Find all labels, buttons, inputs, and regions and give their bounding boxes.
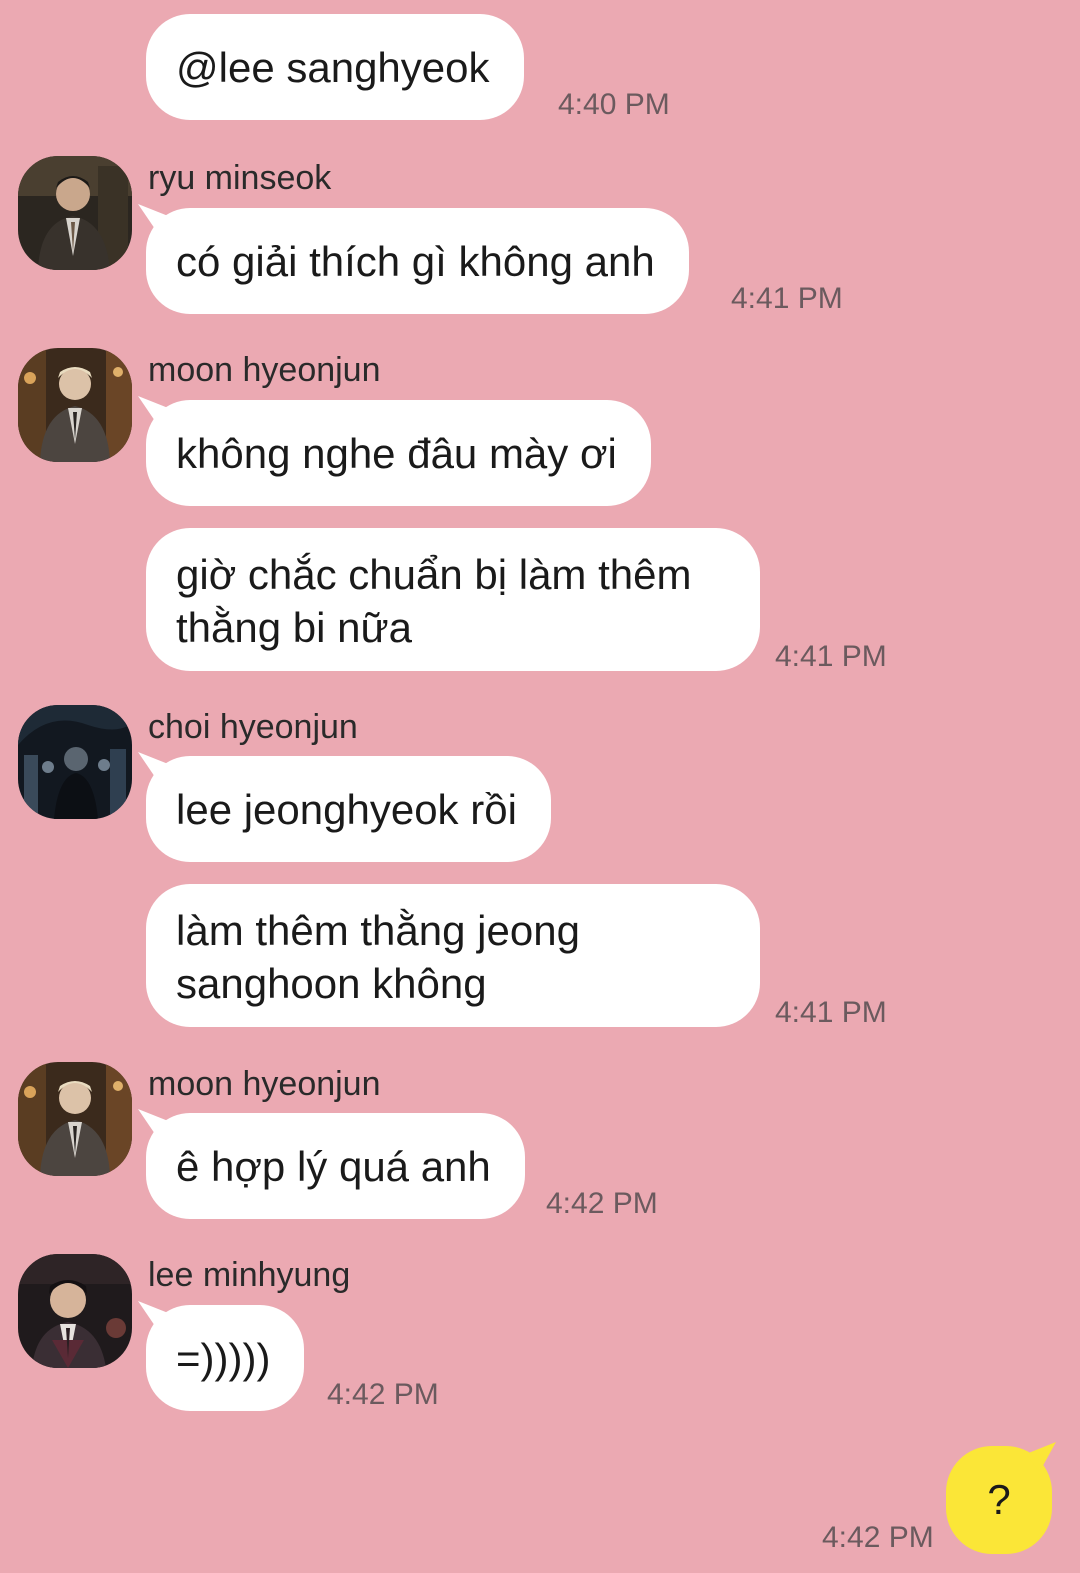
message-bubble[interactable]: làm thêm thằng jeong sanghoon không — [146, 884, 760, 1027]
sender-name: ryu minseok — [148, 159, 332, 197]
message-bubble[interactable]: không nghe đâu mày ơi — [146, 400, 651, 506]
message-text: làm thêm thằng jeong sanghoon không — [176, 907, 580, 1007]
message-bubble[interactable]: ê hợp lý quá anh — [146, 1113, 525, 1219]
message-timestamp: 4:41 PM — [775, 996, 887, 1029]
avatar-choi-hyeonjun — [18, 705, 132, 819]
message-timestamp: 4:41 PM — [775, 640, 887, 673]
message-bubble[interactable]: @lee sanghyeok — [146, 14, 524, 120]
sender-name: choi hyeonjun — [148, 708, 358, 746]
message-timestamp: 4:40 PM — [558, 88, 670, 121]
message-timestamp: 4:42 PM — [327, 1378, 439, 1411]
message-timestamp: 4:41 PM — [731, 282, 843, 315]
message-text: không nghe đâu mày ơi — [176, 429, 617, 477]
message-timestamp: 4:42 PM — [822, 1521, 934, 1554]
message-bubble[interactable]: lee jeonghyeok rồi — [146, 756, 551, 862]
sender-name: lee minhyung — [148, 1256, 351, 1294]
message-text: giờ chắc chuẩn bị làm thêm thằng bi nữa — [176, 551, 692, 651]
avatar-ryu-minseok — [18, 156, 132, 270]
avatar[interactable] — [18, 156, 132, 270]
message-text: @lee sanghyeok — [176, 43, 490, 91]
message-text: ê hợp lý quá anh — [176, 1142, 491, 1190]
message-bubble[interactable]: có giải thích gì không anh — [146, 208, 689, 314]
avatar-lee-minhyung — [18, 1254, 132, 1368]
chat-thread: @lee sanghyeok 4:40 PM ryu minseok có gi… — [0, 0, 1080, 1573]
avatar[interactable] — [18, 1062, 132, 1176]
message-text: có giải thích gì không anh — [176, 237, 655, 285]
avatar[interactable] — [18, 1254, 132, 1368]
avatar-moon-hyeonjun — [18, 1062, 132, 1176]
sender-name: moon hyeonjun — [148, 1065, 381, 1103]
avatar[interactable] — [18, 705, 132, 819]
message-bubble[interactable]: giờ chắc chuẩn bị làm thêm thằng bi nữa — [146, 528, 760, 671]
message-text: lee jeonghyeok rồi — [176, 785, 517, 833]
message-bubble[interactable]: =))))) — [146, 1305, 305, 1411]
avatar[interactable] — [18, 348, 132, 462]
message-text: =))))) — [176, 1334, 271, 1382]
avatar-moon-hyeonjun — [18, 348, 132, 462]
sender-name: moon hyeonjun — [148, 351, 381, 389]
message-text: ? — [987, 1476, 1011, 1523]
my-message-bubble[interactable]: ? — [946, 1446, 1052, 1554]
message-timestamp: 4:42 PM — [546, 1187, 658, 1220]
